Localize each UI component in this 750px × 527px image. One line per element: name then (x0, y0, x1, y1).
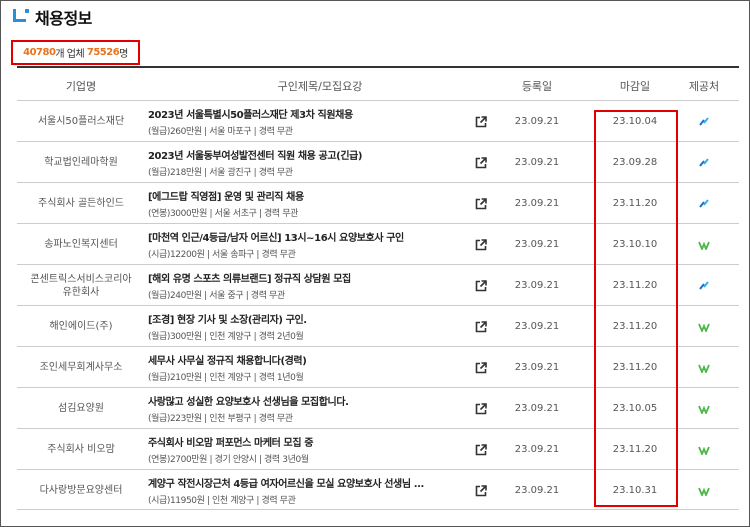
job-title-link[interactable]: [마천역 인근/4등급/남자 어르신] 13시~16시 요양보호사 구인 (148, 229, 466, 244)
registered-date: 23.09.21 (514, 116, 560, 127)
saramin-icon (679, 388, 729, 429)
job-meta: (연봉)3000만원 | 서울 서초구 | 경력 무관 (148, 209, 298, 219)
job-summary: [조경] 현장 기사 및 소장(관리자) 구인. (월급)300만원 | 인천 계… (148, 306, 468, 347)
company-name[interactable]: 섬김요양원 (17, 388, 145, 429)
column-deadline: 마감일 (619, 80, 651, 93)
worknet-icon (679, 101, 729, 142)
saramin-icon (679, 429, 729, 470)
registered-date: 23.09.21 (514, 280, 560, 291)
job-title-link[interactable]: [해외 유명 스포츠 의류브랜드] 정규직 상담원 모집 (148, 270, 466, 285)
company-name[interactable]: 주식회사 골든하인드 (17, 183, 145, 224)
registered-date: 23.09.21 (514, 157, 560, 168)
job-summary: 계양구 작전시장근처 4등급 여자어르신을 모실 요양보호사 선생님 ... (시… (148, 470, 468, 511)
column-provider: 제공처 (688, 80, 720, 93)
company-name[interactable]: 다사랑방문요양센터 (17, 470, 145, 511)
job-title-link[interactable]: 계양구 작전시장근처 4등급 여자어르신을 모실 요양보호사 선생님 ... (148, 475, 466, 490)
job-title-link[interactable]: 주식회사 비오맘 퍼포먼스 마케터 모집 중 (148, 434, 466, 449)
job-meta: (시급)11950원 | 인천 계양구 | 경력 무관 (148, 496, 296, 506)
job-summary: [마천역 인근/4등급/남자 어르신] 13시~16시 요양보호사 구인 (시급)… (148, 224, 468, 265)
page-title: 채용정보 (35, 9, 92, 28)
post-count-suffix: 명 (119, 49, 128, 60)
job-title-link[interactable]: 2023년 서울동부여성발전센터 직원 채용 공고(긴급) (148, 147, 466, 162)
title-marker-icon (13, 9, 29, 25)
job-summary: [해외 유명 스포츠 의류브랜드] 정규직 상담원 모집 (월급)240만원 | … (148, 265, 468, 306)
job-meta: (월급)300만원 | 인천 계양구 | 경력 2년0월 (148, 332, 304, 342)
external-link-icon[interactable] (472, 224, 490, 265)
job-summary: [에그드랍 직영점] 운영 및 관리직 채용 (연봉)3000만원 | 서울 서초… (148, 183, 468, 224)
column-title: 구인제목/모집요강 (277, 80, 363, 93)
external-link-icon[interactable] (472, 470, 490, 511)
registered-date: 23.09.21 (514, 239, 560, 250)
job-meta: (월급)223만원 | 인천 부평구 | 경력 무관 (148, 414, 293, 424)
job-meta: (월급)260만원 | 서울 마포구 | 경력 무관 (148, 127, 293, 137)
job-meta: (월급)210만원 | 인천 계양구 | 경력 1년0월 (148, 373, 304, 383)
saramin-icon (679, 470, 729, 511)
worknet-icon (679, 142, 729, 183)
external-link-icon[interactable] (472, 183, 490, 224)
external-link-icon[interactable] (472, 429, 490, 470)
external-link-icon[interactable] (472, 347, 490, 388)
worknet-icon (679, 265, 729, 306)
company-name[interactable]: 송파노인복지센터 (17, 224, 145, 265)
saramin-icon (679, 347, 729, 388)
deadline-highlight (594, 110, 678, 507)
job-title-link[interactable]: 2023년 서울특별시50플러스재단 제3차 직원채용 (148, 106, 466, 121)
company-count-suffix: 개 업체 (55, 49, 85, 60)
external-link-icon[interactable] (472, 265, 490, 306)
result-count: 40780 개 업체 75526 명 (11, 40, 140, 65)
job-meta: (연봉)2700만원 | 경기 안양시 | 경력 3년0월 (148, 455, 309, 465)
job-title-link[interactable]: [조경] 현장 기사 및 소장(관리자) 구인. (148, 311, 466, 326)
job-title-link[interactable]: 세무사 사무실 정규직 채용합니다(경력) (148, 352, 466, 367)
registered-date: 23.09.21 (514, 321, 560, 332)
post-count: 75526 (86, 47, 120, 58)
job-summary: 세무사 사무실 정규직 채용합니다(경력) (월급)210만원 | 인천 계양구 … (148, 347, 468, 388)
company-name[interactable]: 해인에이드(주) (17, 306, 145, 347)
external-link-icon[interactable] (472, 306, 490, 347)
job-title-link[interactable]: [에그드랍 직영점] 운영 및 관리직 채용 (148, 188, 466, 203)
company-count: 40780 (23, 47, 56, 58)
company-name[interactable]: 조인세무회계사무소 (17, 347, 145, 388)
external-link-icon[interactable] (472, 142, 490, 183)
saramin-icon (679, 224, 729, 265)
company-name[interactable]: 콘센트릭스서비스코리아 유한회사 (17, 265, 145, 306)
registered-date: 23.09.21 (514, 485, 560, 496)
page-header: 채용정보 (13, 6, 92, 28)
external-link-icon[interactable] (472, 101, 490, 142)
registered-date: 23.09.21 (514, 362, 560, 373)
column-registered: 등록일 (521, 80, 553, 93)
column-company: 기업명 (65, 80, 97, 93)
saramin-icon (679, 306, 729, 347)
company-name[interactable]: 서울시50플러스재단 (17, 101, 145, 142)
job-summary: 2023년 서울특별시50플러스재단 제3차 직원채용 (월급)260만원 | 서… (148, 101, 468, 142)
company-name[interactable]: 학교법인레마학원 (17, 142, 145, 183)
company-name[interactable]: 주식회사 비오맘 (17, 429, 145, 470)
job-summary: 사랑많고 성실한 요양보호사 선생님을 모집합니다. (월급)223만원 | 인천… (148, 388, 468, 429)
registered-date: 23.09.21 (514, 403, 560, 414)
registered-date: 23.09.21 (514, 444, 560, 455)
external-link-icon[interactable] (472, 388, 490, 429)
table-top-border (17, 66, 739, 68)
job-meta: (월급)240만원 | 서울 중구 | 경력 무관 (148, 291, 285, 301)
registered-date: 23.09.21 (514, 198, 560, 209)
job-meta: (시급)12200원 | 서울 송파구 | 경력 무관 (148, 250, 296, 260)
worknet-icon (679, 183, 729, 224)
job-title-link[interactable]: 사랑많고 성실한 요양보호사 선생님을 모집합니다. (148, 393, 466, 408)
job-summary: 2023년 서울동부여성발전센터 직원 채용 공고(긴급) (월급)218만원 |… (148, 142, 468, 183)
job-meta: (월급)218만원 | 서울 광진구 | 경력 무관 (148, 168, 293, 178)
job-summary: 주식회사 비오맘 퍼포먼스 마케터 모집 중 (연봉)2700만원 | 경기 안양… (148, 429, 468, 470)
